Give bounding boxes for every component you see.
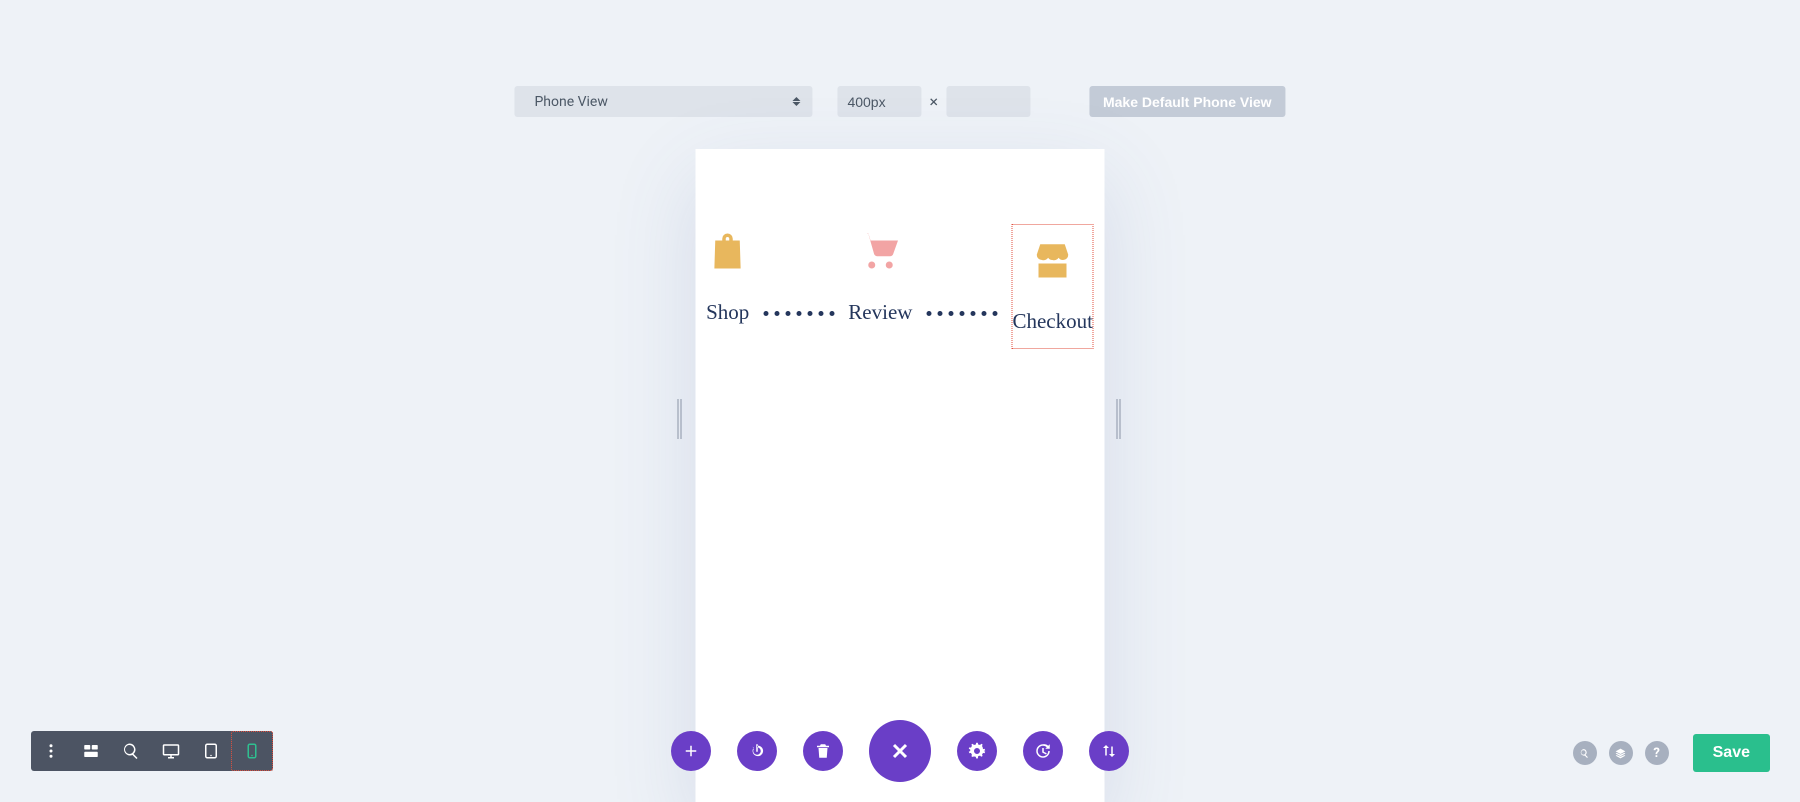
help-icon[interactable]: ? (1645, 741, 1669, 765)
history-button[interactable] (1023, 731, 1063, 771)
view-select-label: Phone View (534, 94, 607, 110)
preview-canvas: Shop Review Checkout (696, 149, 1105, 802)
search-icon[interactable] (1573, 741, 1597, 765)
tablet-icon[interactable] (191, 731, 231, 771)
steps-row: Shop Review Checkout (696, 224, 1105, 349)
action-bar (671, 720, 1129, 782)
step-review[interactable]: Review (848, 224, 912, 335)
step-label: Review (848, 300, 912, 325)
close-button[interactable] (869, 720, 931, 782)
more-vertical-icon[interactable] (31, 731, 71, 771)
shopping-cart-icon (859, 230, 901, 272)
step-shop[interactable]: Shop (706, 224, 749, 335)
storefront-icon (1032, 239, 1074, 281)
settings-button[interactable] (957, 731, 997, 771)
make-default-button[interactable]: Make Default Phone View (1089, 86, 1286, 117)
save-button[interactable]: Save (1693, 734, 1770, 772)
swap-vertical-button[interactable] (1089, 731, 1129, 771)
desktop-icon[interactable] (151, 731, 191, 771)
power-button[interactable] (737, 731, 777, 771)
shopping-bag-icon (707, 230, 749, 272)
step-checkout[interactable]: Checkout (1011, 224, 1093, 349)
chevron-updown-icon (792, 86, 800, 117)
times-icon: × (929, 92, 938, 111)
step-label: Shop (706, 300, 749, 325)
view-select[interactable]: Phone View (514, 86, 812, 117)
step-connector (926, 311, 997, 317)
wireframe-icon[interactable] (71, 731, 111, 771)
viewport-controls: Phone View × Make Default Phone View (514, 86, 1285, 117)
add-button[interactable] (671, 731, 711, 771)
zoom-icon[interactable] (111, 731, 151, 771)
phone-icon[interactable] (231, 731, 273, 771)
dimension-group: × (837, 86, 1030, 117)
device-toolbar (31, 731, 273, 771)
right-tools: ? Save (1573, 734, 1770, 772)
width-input[interactable] (837, 86, 921, 117)
resize-handle-left[interactable] (678, 399, 684, 439)
step-connector (763, 311, 834, 317)
delete-button[interactable] (803, 731, 843, 771)
resize-handle-right[interactable] (1117, 399, 1123, 439)
step-label: Checkout (1012, 309, 1092, 334)
layers-icon[interactable] (1609, 741, 1633, 765)
height-input[interactable] (946, 86, 1030, 117)
